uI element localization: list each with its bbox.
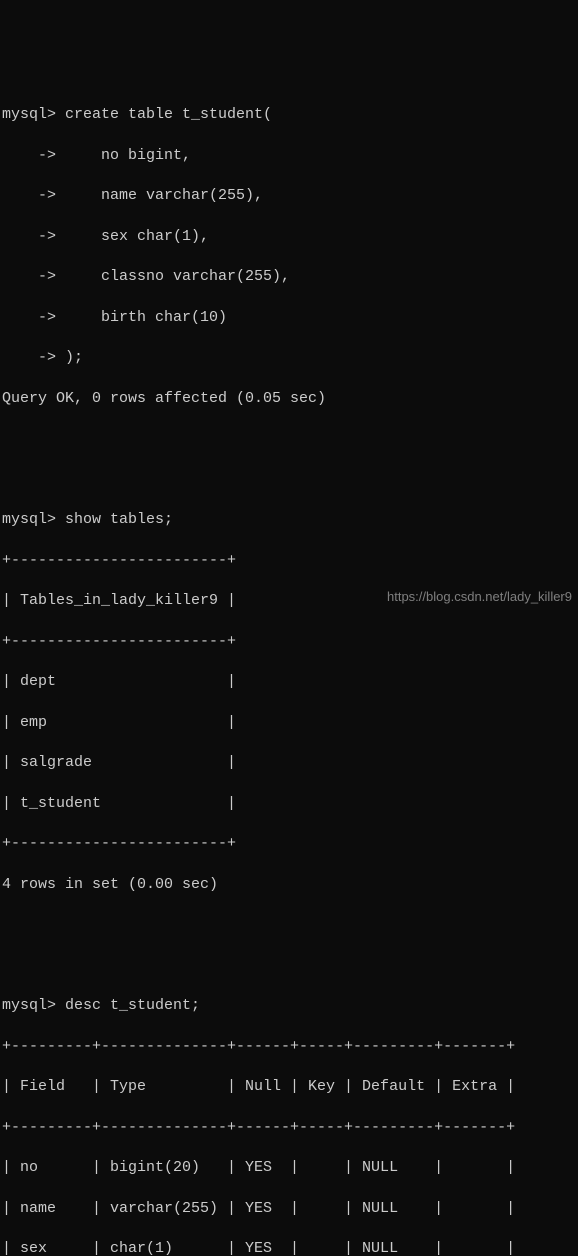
blank-line — [2, 915, 578, 935]
cont-line: -> sex char(1), — [2, 227, 578, 247]
show-tables-cmd: show tables; — [56, 511, 173, 528]
query-result: 4 rows in set (0.00 sec) — [2, 875, 578, 895]
table-header: | Field | Type | Null | Key | Default | … — [2, 1077, 578, 1097]
table-row: | sex | char(1) | YES | | NULL | | — [2, 1239, 578, 1256]
watermark-text: https://blog.csdn.net/lady_killer9 — [387, 588, 572, 606]
create-cmd: create table t_student( — [56, 106, 272, 123]
cont-line: -> name varchar(255), — [2, 186, 578, 206]
mysql-prompt: mysql> — [2, 511, 56, 528]
desc-cmd: desc t_student; — [56, 997, 200, 1014]
prompt-line[interactable]: mysql> desc t_student; — [2, 996, 578, 1016]
table-row: | dept | — [2, 672, 578, 692]
cont-line: -> classno varchar(255), — [2, 267, 578, 287]
table-border: +---------+--------------+------+-----+-… — [2, 1118, 578, 1138]
cont-line: -> no bigint, — [2, 146, 578, 166]
prompt-line[interactable]: mysql> show tables; — [2, 510, 578, 530]
cont-line: -> ); — [2, 348, 578, 368]
table-row: | salgrade | — [2, 753, 578, 773]
table-row: | no | bigint(20) | YES | | NULL | | — [2, 1158, 578, 1178]
table-border: +------------------------+ — [2, 551, 578, 571]
cont-line: -> birth char(10) — [2, 308, 578, 328]
table-row: | t_student | — [2, 794, 578, 814]
prompt-line[interactable]: mysql> create table t_student( — [2, 105, 578, 125]
mysql-prompt: mysql> — [2, 997, 56, 1014]
table-border: +---------+--------------+------+-----+-… — [2, 1037, 578, 1057]
blank-line — [2, 429, 578, 449]
table-border: +------------------------+ — [2, 632, 578, 652]
table-row: | name | varchar(255) | YES | | NULL | | — [2, 1199, 578, 1219]
query-result: Query OK, 0 rows affected (0.05 sec) — [2, 389, 578, 409]
table-border: +------------------------+ — [2, 834, 578, 854]
mysql-prompt: mysql> — [2, 106, 56, 123]
table-row: | emp | — [2, 713, 578, 733]
